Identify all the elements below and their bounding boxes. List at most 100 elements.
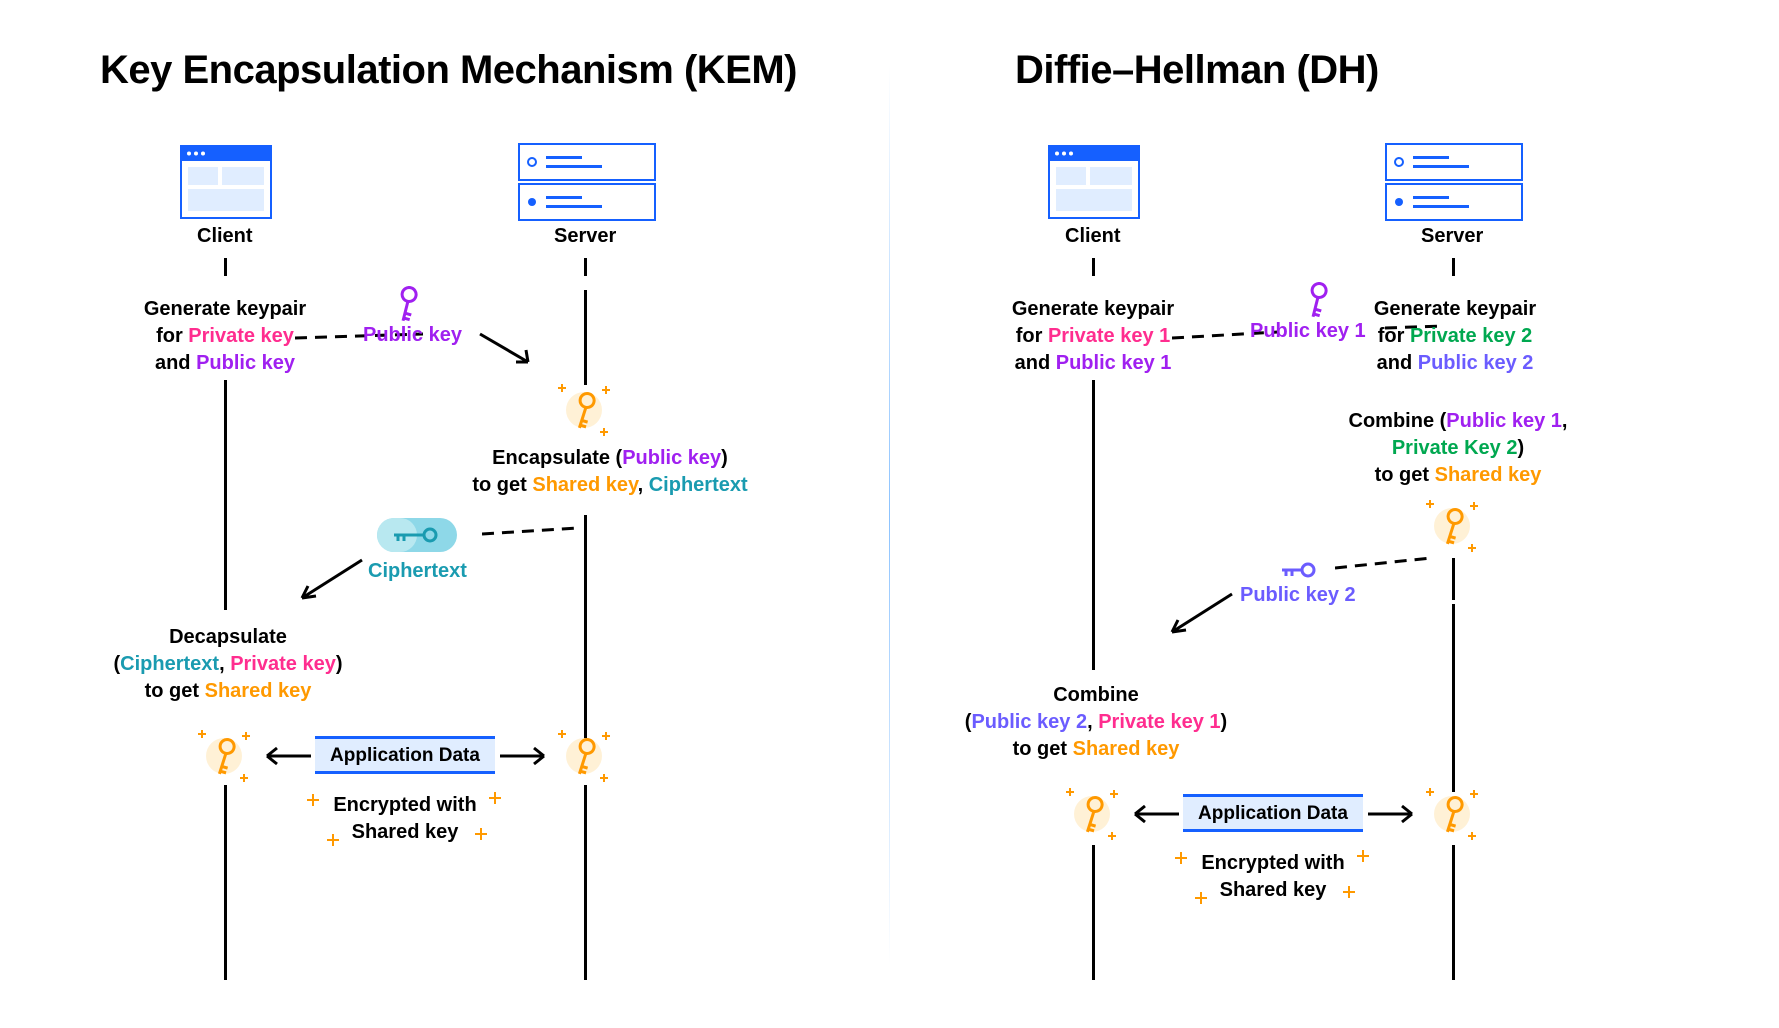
- text: Generate keypair: [1374, 298, 1536, 320]
- text: ,: [1087, 711, 1098, 733]
- text: Public key: [196, 352, 295, 374]
- text: to get: [1013, 738, 1073, 760]
- lifeline: [1452, 558, 1455, 600]
- arrow: [1160, 592, 1240, 652]
- dh-public-key-1-msg: Public key 1: [1250, 318, 1366, 345]
- text: Private key 2: [1410, 325, 1532, 347]
- kem-client-label: Client: [197, 225, 253, 248]
- text: Private key 1: [1098, 711, 1220, 733]
- kem-appdata: Application Data: [330, 745, 480, 766]
- server-icon: [1385, 143, 1523, 221]
- lifeline: [584, 785, 587, 980]
- key-icon: [1298, 282, 1334, 318]
- arrow: [478, 332, 578, 382]
- lifeline: [1092, 845, 1095, 980]
- kem-appdata-box: Application Data: [315, 736, 495, 774]
- text: and: [155, 352, 196, 374]
- text: Ciphertext: [649, 474, 748, 496]
- lifeline: [224, 380, 227, 610]
- text: and: [1015, 352, 1056, 374]
- text: ): [1517, 437, 1524, 459]
- sparkles-icon: [1173, 848, 1373, 908]
- key-horizontal-icon: [1280, 558, 1316, 582]
- lifeline: [224, 258, 227, 276]
- text: Public key 2: [1418, 352, 1534, 374]
- dh-client-label: Client: [1065, 225, 1121, 248]
- text: Private Key 2: [1392, 437, 1518, 459]
- dh-combine-client: Combine (Public key 2, Private key 1) to…: [960, 682, 1232, 763]
- arrow-left: [263, 746, 313, 766]
- text: Shared key: [532, 474, 637, 496]
- arrow-dashed: [1335, 554, 1435, 578]
- shared-key-sparkle-icon: [1420, 782, 1484, 846]
- arrow: [290, 558, 370, 618]
- text: Generate keypair: [144, 298, 306, 320]
- kem-title: Key Encapsulation Mechanism (KEM): [100, 48, 797, 93]
- text: Encapsulate (: [492, 447, 622, 469]
- text: Shared key: [1435, 464, 1542, 486]
- dh-generate-keypair-1: Generate keypair for Private key 1 and P…: [1000, 296, 1186, 377]
- shared-key-sparkle-icon: [552, 724, 616, 788]
- text: for: [1016, 325, 1048, 347]
- lifeline: [1452, 258, 1455, 276]
- text: to get: [1375, 464, 1435, 486]
- text: Decapsulate: [169, 626, 287, 648]
- kem-ciphertext-msg: Ciphertext: [368, 558, 467, 585]
- text: Public key 1: [1446, 410, 1562, 432]
- text: Shared key: [205, 680, 312, 702]
- dh-public-key-2-msg: Public key 2: [1240, 582, 1356, 609]
- shared-key-sparkle-icon: [552, 378, 616, 442]
- kem-decapsulate: Decapsulate (Ciphertext, Private key) to…: [102, 624, 354, 705]
- arrow-right: [1366, 804, 1416, 824]
- key-icon: [388, 286, 424, 322]
- dh-generate-keypair-2: Generate keypair for Private key 2 and P…: [1362, 296, 1548, 377]
- arrow-right: [498, 746, 548, 766]
- sparkles-icon: [305, 790, 505, 850]
- text: Private key: [230, 653, 336, 675]
- text: Private key: [188, 325, 294, 347]
- text: Generate keypair: [1012, 298, 1174, 320]
- shared-key-sparkle-icon: [1060, 782, 1124, 846]
- arrow-left: [1131, 804, 1181, 824]
- dh-server-label: Server: [1421, 225, 1483, 248]
- text: ): [1221, 711, 1228, 733]
- text: ,: [1562, 410, 1568, 432]
- kem-encapsulate: Encapsulate (Public key) to get Shared k…: [470, 445, 750, 499]
- text: Public key 2: [971, 711, 1087, 733]
- text: Public key 1: [1056, 352, 1172, 374]
- text: ): [721, 447, 728, 469]
- text: Combine: [1053, 684, 1139, 706]
- lifeline: [224, 785, 227, 980]
- lifeline: [1092, 380, 1095, 670]
- lifeline: [584, 290, 587, 385]
- client-browser-icon: [180, 145, 272, 219]
- kem-public-key-msg: Public key: [363, 322, 462, 349]
- text: and: [1377, 352, 1418, 374]
- text: Public key: [622, 447, 721, 469]
- dh-appdata-box: Application Data: [1183, 794, 1363, 832]
- kem-server-label: Server: [554, 225, 616, 248]
- text: Shared key: [1073, 738, 1180, 760]
- lifeline: [584, 258, 587, 276]
- text: to get: [145, 680, 205, 702]
- lifeline: [1092, 258, 1095, 276]
- capsule-icon: [372, 510, 462, 560]
- lifeline: [1452, 604, 1455, 792]
- shared-key-sparkle-icon: [192, 724, 256, 788]
- lifeline: [584, 515, 587, 740]
- text: ,: [219, 653, 230, 675]
- kem-generate-keypair: Generate keypair for Private key and Pub…: [135, 296, 315, 377]
- text: Combine (: [1349, 410, 1447, 432]
- text: Private key 1: [1048, 325, 1170, 347]
- server-icon: [518, 143, 656, 221]
- text: for: [156, 325, 188, 347]
- text: ,: [638, 474, 649, 496]
- lifeline: [1452, 845, 1455, 980]
- arrow-dashed: [482, 522, 582, 542]
- text: Ciphertext: [120, 653, 219, 675]
- client-browser-icon: [1048, 145, 1140, 219]
- dh-title: Diffie–Hellman (DH): [1015, 48, 1379, 93]
- text: to get: [472, 474, 532, 496]
- dh-appdata: Application Data: [1198, 803, 1348, 824]
- dh-combine-server: Combine (Public key 1, Private Key 2) to…: [1338, 408, 1578, 489]
